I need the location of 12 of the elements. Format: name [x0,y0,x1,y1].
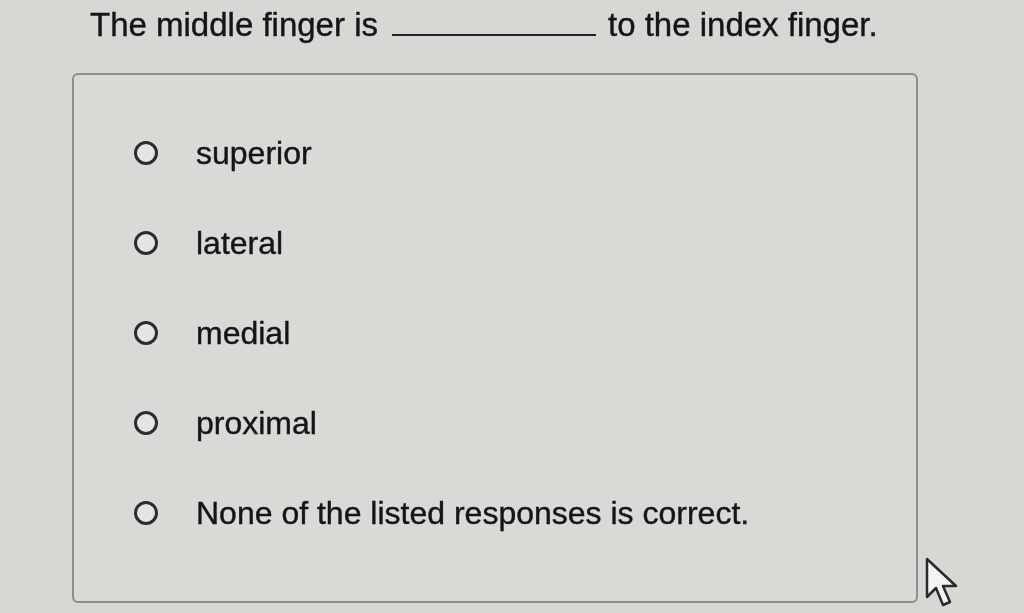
radio-button[interactable] [134,141,158,165]
radio-button[interactable] [134,231,158,255]
option-label[interactable]: lateral [196,224,284,262]
option-label[interactable]: proximal [196,404,317,442]
question-text: The middle finger is [90,6,378,44]
radio-button[interactable] [134,321,158,345]
radio-button[interactable] [134,411,158,435]
option-label[interactable]: superior [196,134,312,172]
radio-button[interactable] [134,501,158,525]
question-text: to the index finger. [607,6,878,44]
option-label[interactable]: None of the listed responses is correct. [196,494,750,532]
option-label[interactable]: medial [196,314,291,352]
